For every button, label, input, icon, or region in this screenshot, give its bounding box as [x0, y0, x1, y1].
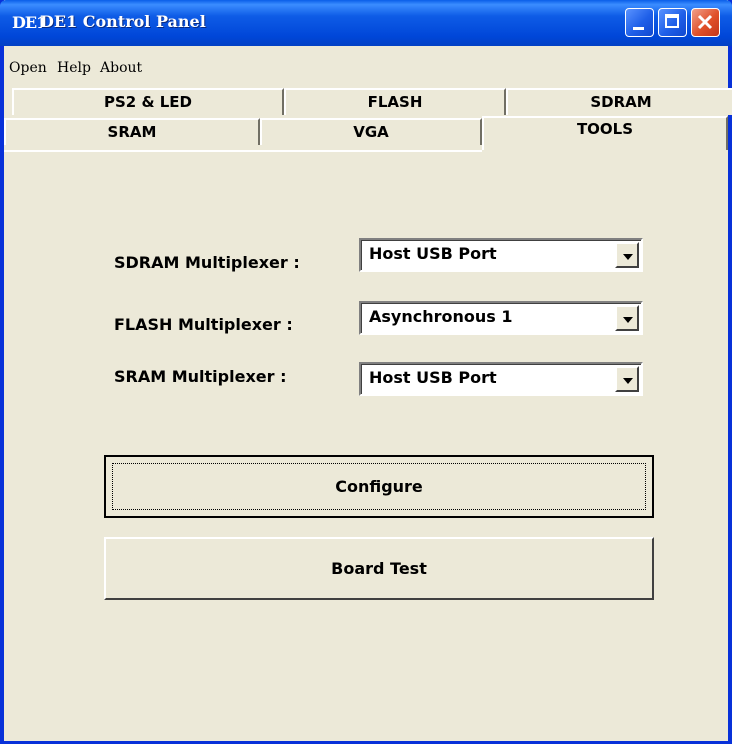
sdram-multiplexer-value: Host USB Port — [369, 244, 497, 263]
chevron-down-icon[interactable] — [615, 366, 639, 392]
maximize-icon — [665, 14, 679, 28]
main-window: DE1 DE1 Control Panel Open Help About PS… — [0, 0, 732, 744]
close-icon — [697, 14, 713, 30]
board-test-button-label: Board Test — [331, 559, 427, 578]
tab-sdram[interactable]: SDRAM — [506, 88, 732, 115]
flash-multiplexer-value: Asynchronous 1 — [369, 307, 513, 326]
close-button[interactable] — [691, 8, 720, 37]
minimize-icon — [633, 27, 644, 30]
window-title: DE1 Control Panel — [40, 12, 206, 31]
focus-rect — [112, 463, 646, 510]
menu-open[interactable]: Open — [9, 60, 47, 76]
menu-about[interactable]: About — [100, 60, 142, 76]
tab-sram[interactable]: SRAM — [4, 118, 260, 145]
sram-multiplexer-label: SRAM Multiplexer : — [114, 367, 287, 386]
tab-flash[interactable]: FLASH — [284, 88, 506, 115]
chevron-down-icon[interactable] — [615, 242, 639, 268]
sram-multiplexer-select[interactable]: Host USB Port — [359, 362, 643, 396]
sdram-multiplexer-label: SDRAM Multiplexer : — [114, 253, 300, 272]
menu-help[interactable]: Help — [57, 60, 91, 76]
maximize-button[interactable] — [658, 8, 687, 37]
flash-multiplexer-select[interactable]: Asynchronous 1 — [359, 301, 643, 335]
tab-panel-border — [4, 150, 482, 152]
minimize-button[interactable] — [625, 8, 654, 37]
title-bar[interactable]: DE1 DE1 Control Panel — [0, 0, 732, 46]
flash-multiplexer-label: FLASH Multiplexer : — [114, 315, 293, 334]
sram-multiplexer-value: Host USB Port — [369, 368, 497, 387]
menu-bar: Open Help About — [4, 46, 728, 86]
configure-button[interactable]: Configure — [104, 455, 654, 518]
sdram-multiplexer-select[interactable]: Host USB Port — [359, 238, 643, 272]
tab-tools[interactable]: TOOLS — [482, 116, 728, 150]
tab-ps2-led[interactable]: PS2 & LED — [12, 88, 284, 115]
chevron-down-icon[interactable] — [615, 305, 639, 331]
board-test-button[interactable]: Board Test — [104, 537, 654, 600]
tab-vga[interactable]: VGA — [260, 118, 482, 145]
